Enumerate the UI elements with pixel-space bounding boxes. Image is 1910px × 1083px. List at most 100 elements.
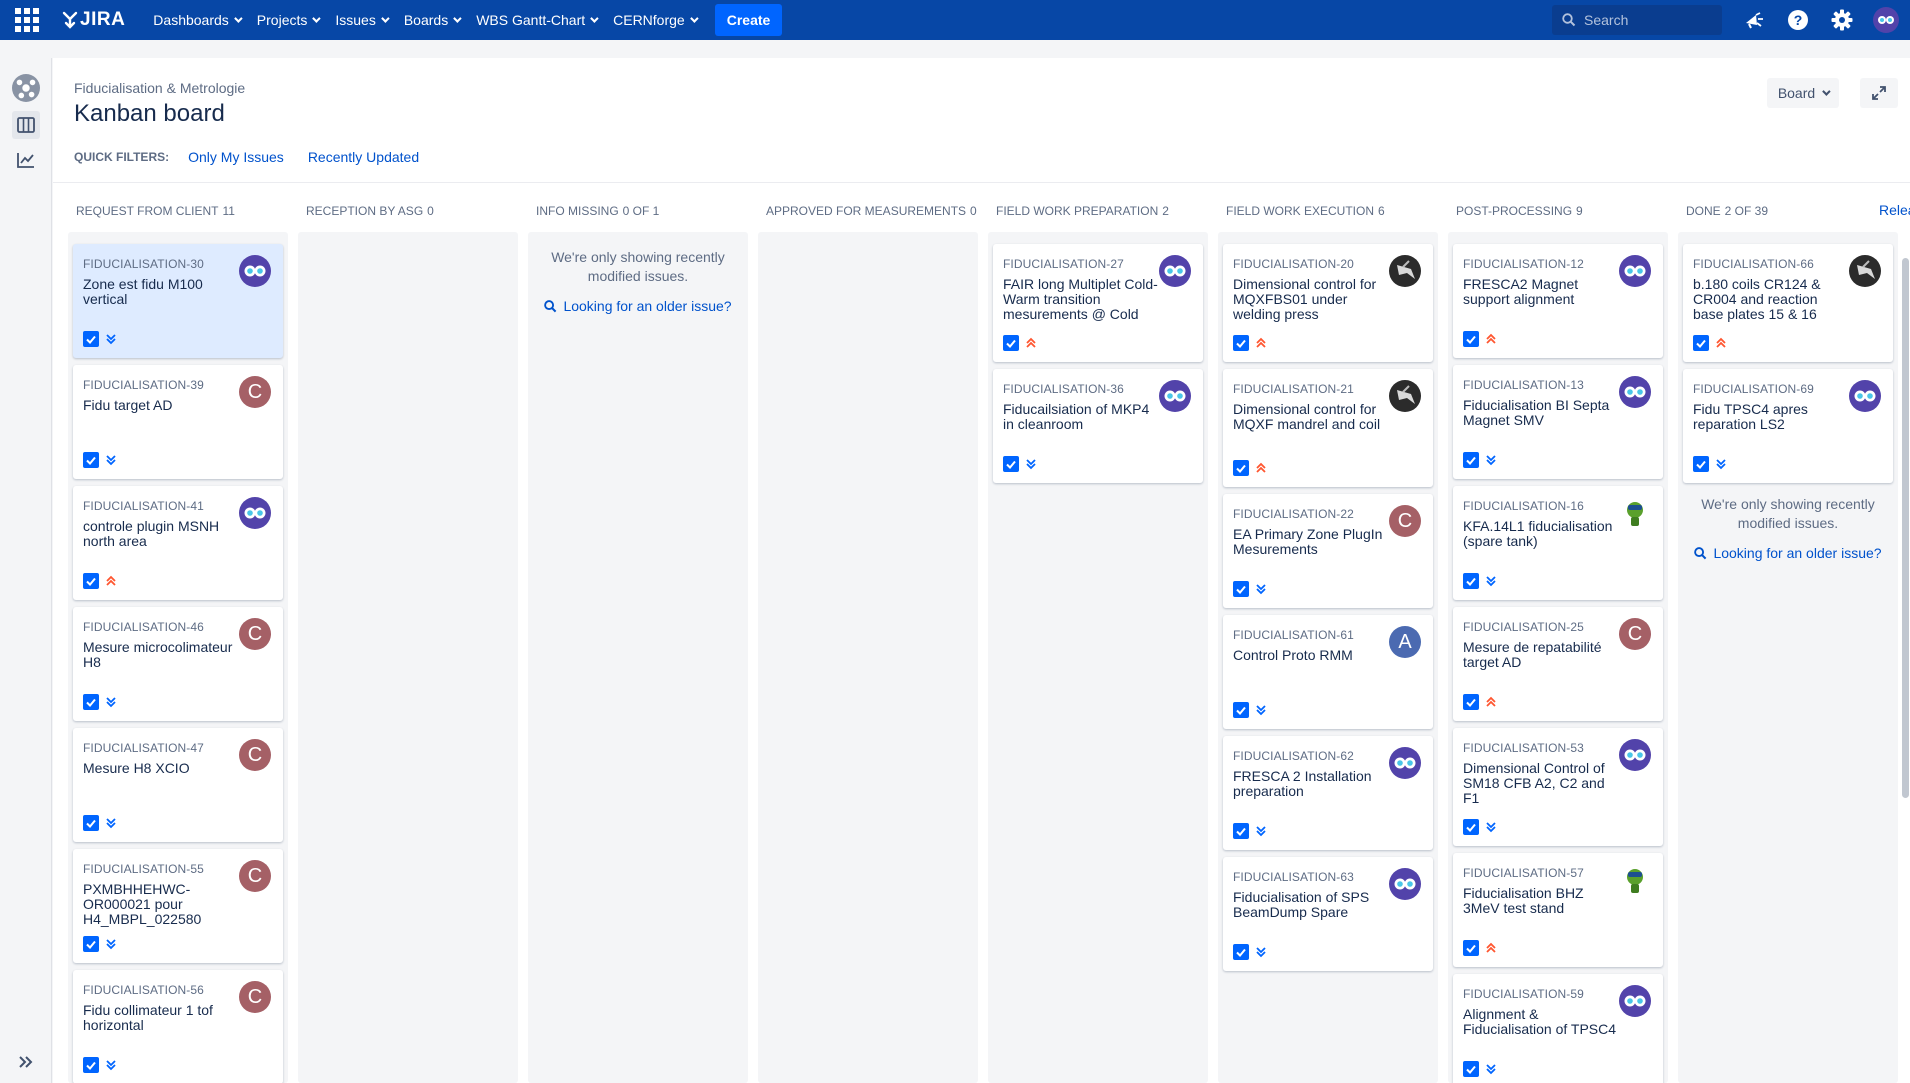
filter-only-my-issues[interactable]: Only My Issues [188, 149, 284, 165]
issue-card[interactable]: FIDUCIALISATION-47 Mesure H8 XCIO C [73, 728, 283, 842]
project-avatar-icon[interactable] [12, 74, 40, 102]
assignee-avatar[interactable] [1619, 497, 1651, 529]
assignee-avatar[interactable]: C [239, 739, 271, 771]
assignee-avatar[interactable] [1849, 380, 1881, 412]
assignee-avatar[interactable] [1619, 739, 1651, 771]
menu-boards[interactable]: Boards [404, 12, 462, 28]
recent-issues-notice: We're only showing recently modified issu… [528, 248, 748, 286]
assignee-avatar[interactable]: C [239, 860, 271, 892]
issue-card[interactable]: FIDUCIALISATION-36 Fiducailsiation of MKP… [993, 369, 1203, 483]
issue-card[interactable]: FIDUCIALISATION-12 FRESCA2 Magnet support… [1453, 244, 1663, 358]
issue-card[interactable]: FIDUCIALISATION-20 Dimensional control fo… [1223, 244, 1433, 362]
issue-card[interactable]: FIDUCIALISATION-16 KFA.14L1 fiducialisati… [1453, 486, 1663, 600]
priority-high-icon [1714, 336, 1728, 350]
issue-card[interactable]: FIDUCIALISATION-39 Fidu target AD C [73, 365, 283, 479]
issue-card[interactable]: FIDUCIALISATION-63 Fiducialisation of SPS… [1223, 857, 1433, 971]
board-main: Fiducialisation & Metrologie Kanban boar… [53, 58, 1910, 1083]
task-type-icon [1463, 452, 1479, 468]
assignee-avatar[interactable]: C [239, 618, 271, 650]
issue-card[interactable]: FIDUCIALISATION-25 Mesure de repatabilité… [1453, 607, 1663, 721]
kanban-board-icon[interactable] [12, 111, 40, 139]
reports-chart-icon[interactable] [12, 146, 40, 174]
menu-wbs-gantt-chart[interactable]: WBS Gantt-Chart [476, 12, 599, 28]
column-header: Field work execution 6 [1226, 204, 1385, 218]
assignee-avatar[interactable] [1389, 255, 1421, 287]
assignee-avatar[interactable] [1159, 380, 1191, 412]
issue-card[interactable]: FIDUCIALISATION-41 controle plugin MSNH n… [73, 486, 283, 600]
card-meta [1693, 456, 1728, 472]
assignee-avatar[interactable] [239, 255, 271, 287]
issue-card[interactable]: FIDUCIALISATION-27 FAIR long Multiplet Co… [993, 244, 1203, 362]
assignee-avatar[interactable]: C [239, 376, 271, 408]
assignee-avatar[interactable] [1389, 380, 1421, 412]
assignee-avatar[interactable]: C [239, 981, 271, 1013]
board-scrollbar[interactable] [1902, 258, 1909, 798]
assignee-avatar[interactable]: C [1619, 618, 1651, 650]
board-dropdown-button[interactable]: Board [1767, 78, 1839, 108]
issue-card[interactable]: FIDUCIALISATION-56 Fidu collimateur 1 tof… [73, 970, 283, 1083]
jira-logo[interactable]: JIRA [62, 9, 125, 31]
assignee-avatar[interactable]: A [1389, 626, 1421, 658]
assignee-avatar[interactable] [1619, 985, 1651, 1017]
task-type-icon [1003, 456, 1019, 472]
card-meta [1463, 573, 1498, 589]
project-sidebar [0, 58, 52, 1083]
release-link[interactable]: Release... [1879, 202, 1910, 218]
issue-card[interactable]: FIDUCIALISATION-46 Mesure microcolimateur… [73, 607, 283, 721]
card-meta [1233, 944, 1268, 960]
breadcrumb[interactable]: Fiducialisation & Metrologie [74, 80, 245, 96]
issue-card[interactable]: FIDUCIALISATION-57 Fiducialisation BHZ 3M… [1453, 853, 1663, 967]
older-link-text: Looking for an older issue? [1713, 545, 1882, 561]
assignee-avatar[interactable] [1619, 376, 1651, 408]
assignee-avatar[interactable] [1849, 255, 1881, 287]
assignee-avatar[interactable] [1389, 868, 1421, 900]
issue-card[interactable]: FIDUCIALISATION-59 Alignment & Fiducialis… [1453, 974, 1663, 1083]
jira-logo-icon [62, 11, 78, 29]
help-icon[interactable]: ? [1784, 6, 1812, 34]
older-issue-link[interactable]: Looking for an older issue? [1678, 545, 1898, 561]
assignee-avatar[interactable] [1389, 747, 1421, 779]
user-avatar[interactable] [1872, 6, 1900, 34]
issue-card[interactable]: FIDUCIALISATION-62 FRESCA 2 Installation … [1223, 736, 1433, 850]
menu-issues[interactable]: Issues [335, 12, 390, 28]
task-type-icon [1463, 940, 1479, 956]
create-button[interactable]: Create [714, 4, 783, 36]
fullscreen-button[interactable] [1860, 78, 1898, 108]
issue-summary: Dimensional control for MQXFBS01 under w… [1233, 276, 1377, 322]
column-header: Field work preparation 2 [996, 204, 1169, 218]
menu-projects[interactable]: Projects [257, 12, 322, 28]
notifications-icon[interactable] [1740, 6, 1768, 34]
settings-gear-icon[interactable] [1828, 6, 1856, 34]
assignee-avatar[interactable] [239, 497, 271, 529]
issue-card[interactable]: FIDUCIALISATION-13 Fiducialisation BI Sep… [1453, 365, 1663, 479]
assignee-avatar[interactable] [1159, 255, 1191, 287]
expand-sidebar-icon[interactable] [12, 1048, 40, 1076]
issue-card[interactable]: FIDUCIALISATION-22 EA Primary Zone PlugIn… [1223, 494, 1433, 608]
menu-dashboards[interactable]: Dashboards [153, 12, 243, 28]
issue-card[interactable]: FIDUCIALISATION-53 Dimensional Control of… [1453, 728, 1663, 846]
app-switcher-icon[interactable] [14, 7, 40, 33]
assignee-avatar[interactable] [1619, 864, 1651, 896]
assignee-avatar[interactable]: C [1389, 505, 1421, 537]
issue-card[interactable]: FIDUCIALISATION-69 Fidu TPSC4 apres repar… [1683, 369, 1893, 483]
task-type-icon [1463, 331, 1479, 347]
issue-card[interactable]: FIDUCIALISATION-66 b.180 coils CR124 & CR… [1683, 244, 1893, 362]
column-3 [528, 232, 748, 1083]
column-count: 2 [1162, 204, 1169, 218]
issue-summary: Mesure de repatabilité target AD [1463, 639, 1602, 670]
priority-low-icon [1484, 574, 1498, 588]
issue-card[interactable]: FIDUCIALISATION-21 Dimensional control fo… [1223, 369, 1433, 487]
filter-recently-updated[interactable]: Recently Updated [308, 149, 419, 165]
issue-card[interactable]: FIDUCIALISATION-61 Control Proto RMM A [1223, 615, 1433, 729]
search-input[interactable]: Search [1552, 5, 1722, 35]
task-type-icon [1233, 335, 1249, 351]
assignee-avatar[interactable] [1619, 255, 1651, 287]
card-meta [1233, 823, 1268, 839]
older-issue-link[interactable]: Looking for an older issue? [528, 298, 748, 314]
menu-cernforge[interactable]: CERNforge [613, 12, 699, 28]
issue-card[interactable]: FIDUCIALISATION-30 Zone est fidu M100 ver… [73, 244, 283, 358]
issue-card[interactable]: FIDUCIALISATION-55 PXMBHHEHWC-OR000021 po… [73, 849, 283, 963]
column-header: Request from client 11 [76, 204, 235, 218]
card-meta [1233, 581, 1268, 597]
chevron-down-icon [381, 14, 390, 23]
